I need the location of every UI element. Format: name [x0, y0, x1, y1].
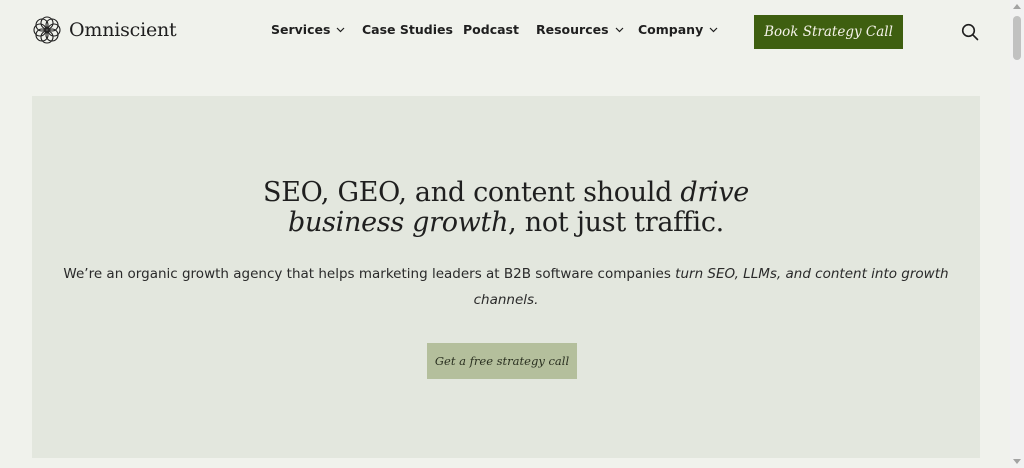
search-icon: [961, 23, 979, 41]
logo-link[interactable]: Omniscient: [32, 15, 177, 45]
hero-section: SEO, GEO, and content should drive busin…: [32, 96, 980, 458]
hero-heading: SEO, GEO, and content should drive busin…: [32, 178, 980, 238]
nav-item-label: Resources: [536, 22, 609, 37]
logo-text: Omniscient: [69, 19, 177, 41]
hero-subheading-text: We’re an organic growth agency that help…: [63, 266, 676, 282]
hero-heading-text: SEO, GEO, and content should: [263, 177, 681, 208]
chevron-down-icon: [336, 27, 345, 32]
nav-item-company[interactable]: Company: [638, 22, 718, 37]
nav-item-podcast[interactable]: Podcast: [463, 22, 519, 37]
hero-heading-text: , not just traffic.: [508, 207, 724, 238]
nav-item-label: Services: [271, 22, 331, 37]
hero-heading-emphasis: business growth: [288, 207, 509, 238]
scrollbar-thumb[interactable]: [1013, 16, 1021, 60]
nav-item-label: Company: [638, 22, 704, 37]
page-scrollbar[interactable]: [1010, 0, 1024, 468]
chevron-down-icon: [709, 27, 718, 32]
scroll-down-arrow-icon[interactable]: [1013, 459, 1021, 464]
chevron-down-icon: [615, 27, 623, 32]
search-button[interactable]: [958, 20, 982, 44]
hero-subheading: We’re an organic growth agency that help…: [32, 261, 980, 313]
nav-item-label: Podcast: [463, 22, 519, 37]
get-free-strategy-call-button[interactable]: Get a free strategy call: [427, 343, 577, 379]
omniscient-logo-icon: [33, 16, 61, 44]
nav-item-services[interactable]: Services: [271, 22, 345, 37]
site-header: Omniscient Services Case Studies Podcast…: [0, 0, 1010, 62]
nav-item-case-studies[interactable]: Case Studies: [362, 22, 453, 37]
nav-item-label: Case Studies: [362, 22, 453, 37]
book-strategy-call-button[interactable]: Book Strategy Call: [754, 15, 903, 49]
scroll-up-arrow-icon[interactable]: [1013, 4, 1021, 9]
nav-item-resources[interactable]: Resources: [536, 22, 624, 37]
hero-heading-emphasis: drive: [680, 177, 749, 208]
